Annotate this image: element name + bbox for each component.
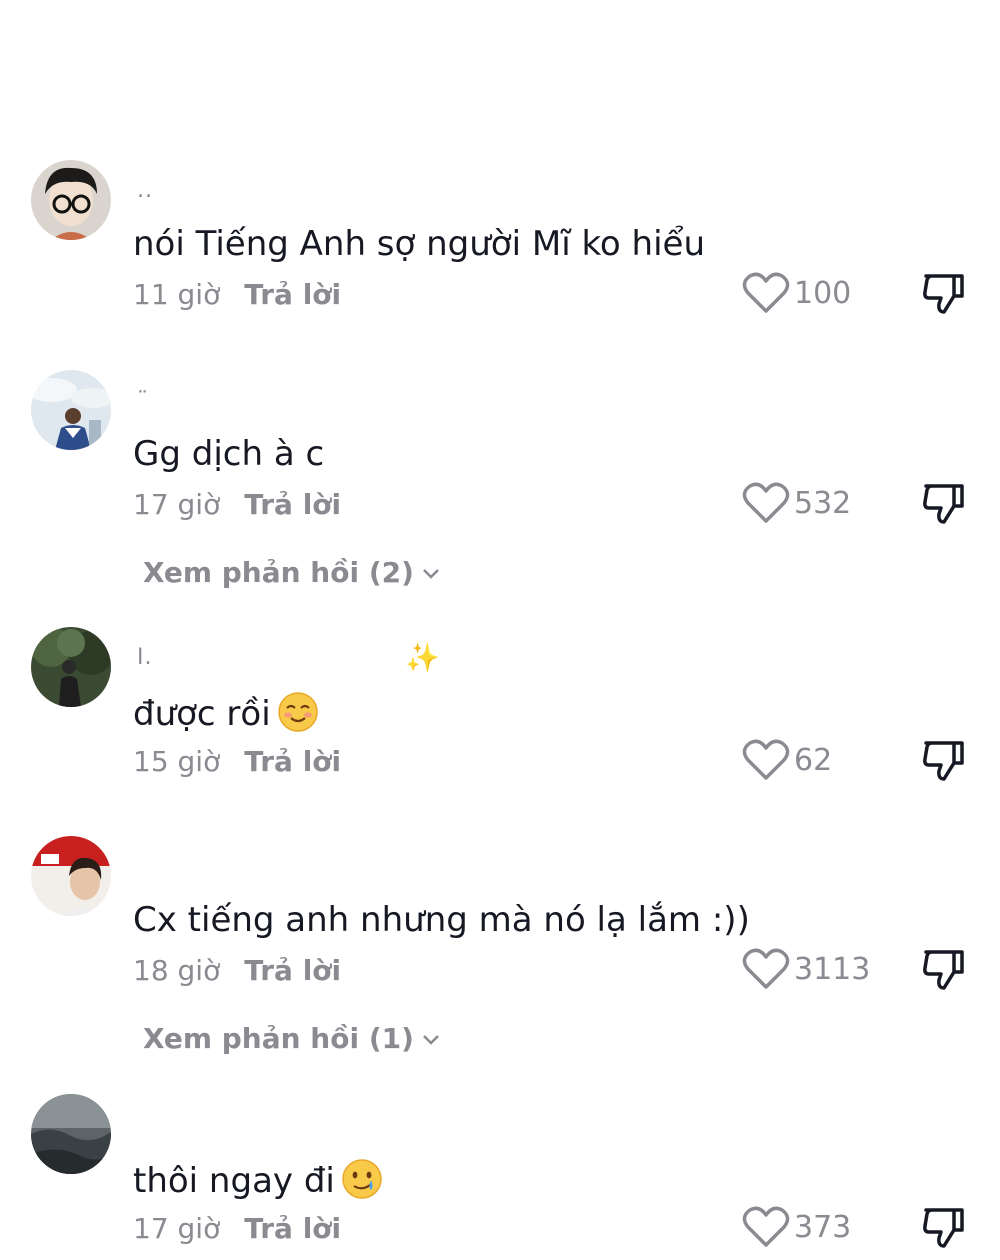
comment-time: 11 giờ bbox=[133, 278, 221, 311]
comment-text: thôi ngay đi bbox=[133, 1158, 383, 1201]
view-replies-button[interactable]: Xem phản hồi (2) bbox=[143, 556, 442, 589]
thumbs-down-icon bbox=[923, 274, 964, 314]
comment-time: 17 giờ bbox=[133, 488, 221, 521]
reply-button[interactable]: Trả lời bbox=[244, 278, 341, 311]
like-button[interactable]: 3113 bbox=[742, 946, 870, 992]
comment-text: Gg dịch à c bbox=[133, 434, 324, 474]
comment-text: Cx tiếng anh nhưng mà nó lạ lắm :)) bbox=[133, 900, 750, 940]
avatar-image bbox=[31, 370, 111, 450]
username[interactable]: ¨ bbox=[137, 388, 149, 418]
thumbs-down-icon bbox=[923, 950, 964, 990]
comment-time: 17 giờ bbox=[133, 1212, 221, 1245]
comment-text-content: nói Tiếng Anh sợ người Mĩ ko hiểu bbox=[133, 224, 705, 264]
avatar-image bbox=[31, 627, 111, 707]
like-count: 3113 bbox=[794, 951, 871, 987]
dislike-button[interactable] bbox=[920, 946, 966, 996]
comment-time: 15 giờ bbox=[133, 745, 221, 778]
sparkles-icon: ✨ bbox=[405, 641, 441, 674]
avatar-image bbox=[31, 1094, 111, 1174]
comment-text: được rồi bbox=[133, 691, 319, 734]
comment-meta: 17 giờ Trả lời bbox=[133, 1212, 341, 1245]
comment-meta: 17 giờ Trả lời bbox=[133, 488, 341, 521]
like-count: 100 bbox=[794, 275, 852, 311]
avatar[interactable] bbox=[31, 370, 111, 450]
like-button[interactable]: 373 bbox=[742, 1204, 851, 1250]
reply-button[interactable]: Trả lời bbox=[244, 488, 341, 521]
comment-text-content: Cx tiếng anh nhưng mà nó lạ lắm :)) bbox=[133, 900, 750, 940]
like-button[interactable]: 532 bbox=[742, 480, 851, 526]
comment-text-content: Gg dịch à c bbox=[133, 434, 325, 474]
dislike-button[interactable] bbox=[920, 1204, 966, 1254]
thumbs-down-icon bbox=[923, 741, 964, 781]
like-button[interactable]: 62 bbox=[742, 737, 832, 783]
username[interactable]: I. ✨ bbox=[137, 641, 440, 675]
chevron-down-icon bbox=[423, 569, 439, 579]
comment-time: 18 giờ bbox=[133, 954, 221, 987]
username[interactable]: .. bbox=[137, 178, 153, 208]
reply-button[interactable]: Trả lời bbox=[244, 745, 341, 778]
view-replies-label: Xem phản hồi (1) bbox=[143, 1022, 414, 1055]
avatar[interactable] bbox=[31, 836, 111, 916]
avatar[interactable] bbox=[31, 160, 111, 240]
avatar-image bbox=[31, 836, 111, 916]
view-replies-label: Xem phản hồi (2) bbox=[143, 556, 414, 589]
comment-text-content: thôi ngay đi bbox=[133, 1161, 335, 1201]
like-count: 62 bbox=[794, 742, 833, 778]
username-text: I. bbox=[137, 645, 153, 670]
comment-text: nói Tiếng Anh sợ người Mĩ ko hiểu bbox=[133, 224, 705, 264]
comment-meta: 11 giờ Trả lời bbox=[133, 278, 341, 311]
heart-icon bbox=[742, 272, 790, 313]
reply-button[interactable]: Trả lời bbox=[244, 1212, 341, 1245]
dislike-button[interactable] bbox=[920, 737, 966, 787]
avatar-image bbox=[31, 160, 111, 240]
dislike-button[interactable] bbox=[920, 480, 966, 530]
heart-icon bbox=[742, 739, 790, 780]
like-button[interactable]: 100 bbox=[742, 270, 851, 316]
heart-icon bbox=[742, 1206, 790, 1247]
view-replies-button[interactable]: Xem phản hồi (1) bbox=[143, 1022, 442, 1055]
chevron-down-icon bbox=[423, 1035, 439, 1045]
like-count: 532 bbox=[794, 485, 852, 521]
thumbs-down-icon bbox=[923, 1208, 964, 1248]
reply-button[interactable]: Trả lời bbox=[244, 954, 341, 987]
dislike-button[interactable] bbox=[920, 270, 966, 320]
heart-icon bbox=[742, 948, 790, 989]
heart-icon bbox=[742, 482, 790, 523]
avatar[interactable] bbox=[31, 627, 111, 707]
smiling-face-icon bbox=[277, 692, 318, 732]
avatar[interactable] bbox=[31, 1094, 111, 1174]
like-count: 373 bbox=[794, 1209, 852, 1245]
thumbs-down-icon bbox=[923, 484, 964, 524]
comment-meta: 18 giờ Trả lời bbox=[133, 954, 341, 987]
comment-meta: 15 giờ Trả lời bbox=[133, 745, 341, 778]
comment-text-content: được rồi bbox=[133, 694, 271, 734]
smiling-tear-face-icon bbox=[342, 1159, 382, 1199]
